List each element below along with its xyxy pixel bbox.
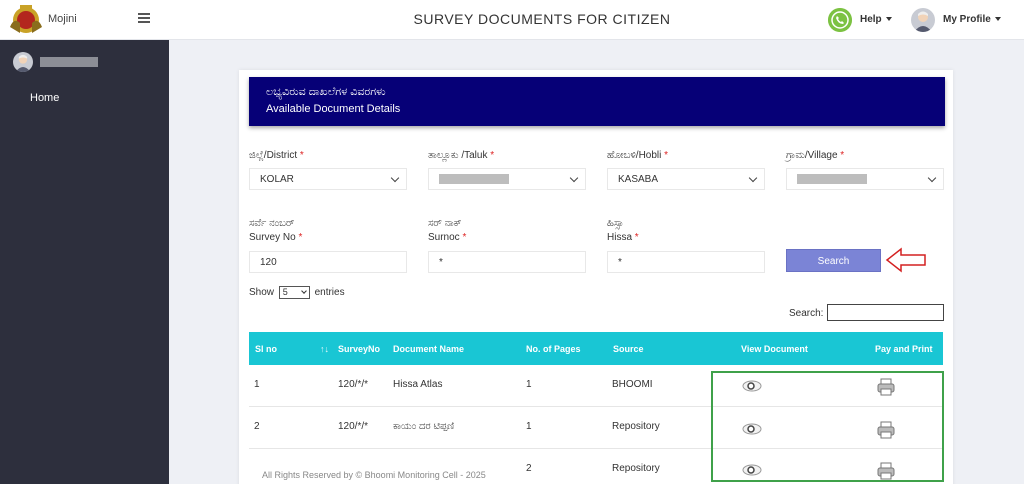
chevron-down-icon	[885, 17, 892, 22]
cell-survey-no: 120/*/*	[338, 379, 369, 390]
hobli-value: KASABA	[618, 174, 659, 185]
user-avatar-icon	[15, 54, 31, 72]
profile-avatar[interactable]	[911, 8, 935, 32]
search-button[interactable]: Search	[786, 249, 881, 272]
taluk-select[interactable]	[428, 168, 586, 190]
column-header-sl-no[interactable]: Sl no	[255, 344, 277, 354]
cell-pages: 1	[526, 421, 532, 432]
view-document-eye-icon[interactable]	[742, 423, 762, 435]
column-header-document-name[interactable]: Document Name	[393, 344, 464, 354]
cell-source: Repository	[612, 421, 660, 432]
village-value-redacted	[797, 174, 867, 185]
table-header: Sl no ↑↓ SurveyNo Document Name No. of P…	[249, 332, 943, 365]
printer-icon[interactable]	[877, 462, 895, 480]
chevron-down-icon	[994, 17, 1001, 22]
banner-title-kannada: ಲಭ್ಯವಿರುವ ದಾಖಲೆಗಳ ವಿವರಗಳು	[266, 86, 386, 98]
surnoc-value: *	[439, 257, 443, 268]
table-row: 1 120/*/* Hissa Atlas 1 BHOOMI	[249, 366, 943, 407]
column-header-view-document[interactable]: View Document	[741, 344, 808, 354]
district-select[interactable]: KOLAR	[249, 168, 407, 190]
card-banner: ಲಭ್ಯವಿರುವ ದಾಖಲೆಗಳ ವಿವರಗಳು Available Docu…	[249, 77, 945, 126]
hobli-label: ಹೋಬಳಿ/Hobli *	[607, 150, 669, 161]
sidebar-item-home[interactable]: Home	[30, 92, 59, 104]
table-search-input[interactable]	[827, 304, 944, 321]
cell-sl: 1	[254, 379, 260, 390]
entries-control: Show 5 entries	[249, 286, 345, 299]
column-header-survey-no[interactable]: SurveyNo	[338, 344, 380, 354]
entries-select[interactable]: 5	[278, 286, 310, 299]
cell-sl: 2	[254, 421, 260, 432]
table-search-label: Search:	[789, 308, 824, 319]
survey-no-label: ಸರ್ವೆ ನಂಬರ್ Survey No *	[249, 218, 303, 243]
hissa-value: *	[618, 257, 622, 268]
surnoc-input[interactable]: *	[428, 251, 586, 273]
user-avatar-icon	[914, 11, 932, 32]
chevron-down-icon	[390, 173, 400, 183]
profile-menu[interactable]: My Profile	[943, 14, 1001, 25]
district-label: ಜಿಲ್ಲೆ/District *	[249, 150, 304, 161]
chevron-down-icon	[569, 173, 579, 183]
cell-document-name: ಕಾಯಂ ದರ ಟಿಪ್ಪಣಿ	[393, 421, 455, 432]
cell-source: BHOOMI	[612, 379, 653, 390]
sidebar-avatar	[13, 52, 33, 72]
cell-survey-no: 120/*/*	[338, 421, 369, 432]
banner-title-english: Available Document Details	[266, 103, 401, 115]
village-select[interactable]	[786, 168, 944, 190]
footer-copyright: All Rights Reserved by © Bhoomi Monitori…	[262, 470, 486, 480]
column-header-source[interactable]: Source	[613, 344, 644, 354]
profile-label: My Profile	[943, 14, 991, 25]
column-header-pages[interactable]: No. of Pages	[526, 344, 581, 354]
taluk-label: ತಾಲ್ಲೂಕು /Taluk *	[428, 150, 495, 161]
cell-pages: 1	[526, 379, 532, 390]
cell-pages: 2	[526, 463, 532, 474]
cell-source: Repository	[612, 463, 660, 474]
sidebar-username-redacted	[40, 57, 98, 67]
survey-no-input[interactable]: 120	[249, 251, 407, 273]
column-header-pay-and-print[interactable]: Pay and Print	[875, 344, 933, 354]
taluk-value-redacted	[439, 174, 509, 185]
cell-document-name: Hissa Atlas	[393, 379, 443, 390]
chevron-down-icon	[748, 173, 758, 183]
sort-icon[interactable]: ↑↓	[320, 344, 329, 354]
district-value: KOLAR	[260, 174, 294, 185]
entries-label: entries	[314, 287, 345, 299]
view-document-eye-icon[interactable]	[742, 380, 762, 392]
survey-no-value: 120	[260, 257, 277, 268]
top-bar: Mojini SURVEY DOCUMENTS FOR CITIZEN Help…	[0, 0, 1024, 40]
surnoc-label: ಸರ್ ನಾಕ್ Surnoc *	[428, 218, 467, 243]
village-label: ಗ್ರಾಮ/Village *	[786, 150, 845, 161]
hissa-input[interactable]: *	[607, 251, 765, 273]
hissa-label: ಹಿಸ್ಸಾ Hissa *	[607, 218, 639, 243]
printer-icon[interactable]	[877, 421, 895, 439]
chevron-down-icon	[300, 288, 307, 294]
sidebar: Home	[0, 40, 169, 484]
arrow-left-icon	[885, 247, 926, 273]
printer-icon[interactable]	[877, 378, 895, 396]
table-row: 2 120/*/* ಕಾಯಂ ದರ ಟಿಪ್ಪಣಿ 1 Repository	[249, 408, 943, 449]
help-menu[interactable]: Help	[860, 14, 892, 25]
view-document-eye-icon[interactable]	[742, 464, 762, 476]
help-label: Help	[860, 14, 882, 25]
show-label: Show	[249, 287, 275, 299]
hobli-select[interactable]: KASABA	[607, 168, 765, 190]
chevron-down-icon	[927, 173, 937, 183]
phone-icon[interactable]	[828, 8, 852, 32]
